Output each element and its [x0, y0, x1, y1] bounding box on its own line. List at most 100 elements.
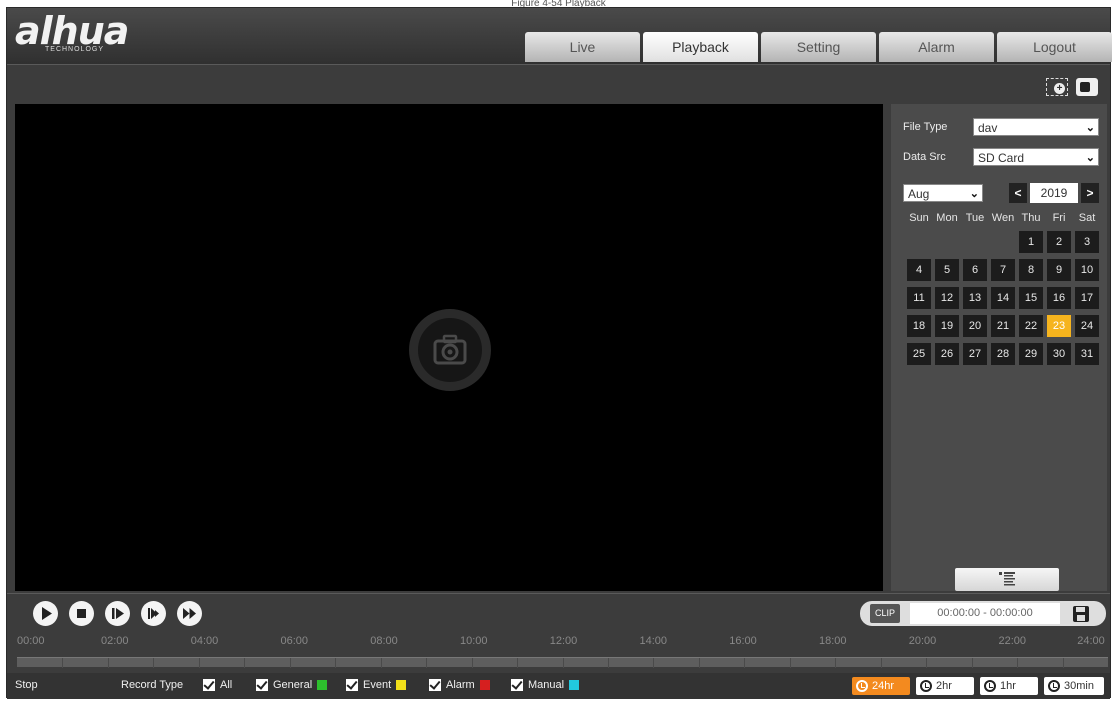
save-icon[interactable]: [1072, 605, 1090, 623]
camera-icon: [409, 309, 491, 391]
timeline-tick-label: 08:00: [370, 635, 398, 647]
slow-play-icon[interactable]: [141, 601, 166, 626]
scale-1hr-button[interactable]: 1hr: [980, 677, 1038, 695]
dahua-logo: alhua TECHNOLOGY: [15, 12, 129, 53]
clock-icon: [856, 680, 868, 692]
calendar-day[interactable]: 1: [1019, 231, 1043, 253]
step-forward-icon[interactable]: [105, 601, 130, 626]
clip-time-range: 00:00:00 - 00:00:00: [910, 603, 1060, 624]
video-playback-area[interactable]: [15, 104, 883, 591]
calendar-day[interactable]: 29: [1019, 343, 1043, 365]
play-icon[interactable]: [33, 601, 58, 626]
checkbox-icon: [511, 679, 523, 691]
tab-playback[interactable]: Playback: [643, 32, 758, 62]
calendar-day[interactable]: 21: [991, 315, 1015, 337]
playback-window: alhua TECHNOLOGY Live Playback Setting A…: [6, 7, 1112, 699]
calendar-day[interactable]: 2: [1047, 231, 1071, 253]
calendar-day[interactable]: 8: [1019, 259, 1043, 281]
calendar-day[interactable]: 5: [935, 259, 959, 281]
calendar-day[interactable]: 28: [991, 343, 1015, 365]
data-src-row: Data Src SD Card ⌄: [903, 148, 1099, 166]
calendar-day[interactable]: 25: [907, 343, 931, 365]
calendar-blank: [991, 231, 1015, 253]
calendar-day[interactable]: 18: [907, 315, 931, 337]
next-year-button[interactable]: >: [1081, 183, 1099, 203]
month-select[interactable]: Aug ⌄: [903, 184, 983, 202]
timeline-divider: [971, 658, 973, 668]
playback-controls: CLIP 00:00:00 - 00:00:00: [7, 593, 1110, 629]
clock-icon: [920, 680, 932, 692]
tab-alarm[interactable]: Alarm: [879, 32, 994, 62]
calendar-day[interactable]: 12: [935, 287, 959, 309]
stop-icon[interactable]: [69, 601, 94, 626]
timeline-divider: [426, 658, 428, 668]
scale-2hr-button[interactable]: 2hr: [916, 677, 974, 695]
timeline-divider: [1017, 658, 1019, 668]
timeline-tick-label: 22:00: [998, 635, 1027, 647]
calendar-day[interactable]: 24: [1075, 315, 1099, 337]
record-type-label: Record Type: [121, 679, 184, 691]
record-type-general[interactable]: General: [256, 678, 328, 692]
timeline-divider: [653, 658, 655, 668]
calendar-blank: [907, 231, 931, 253]
timeline-divider: [335, 658, 337, 668]
weekday-label: Wen: [991, 212, 1015, 224]
calendar-day[interactable]: 10: [1075, 259, 1099, 281]
calendar-day[interactable]: 4: [907, 259, 931, 281]
scale-24hr-button[interactable]: 24hr: [852, 677, 910, 695]
calendar-day[interactable]: 27: [963, 343, 987, 365]
record-type-event[interactable]: Event: [346, 678, 407, 692]
timeline-divider: [744, 658, 746, 668]
calendar-day[interactable]: 14: [991, 287, 1015, 309]
year-value: 2019: [1030, 183, 1078, 203]
calendar-day[interactable]: 20: [963, 315, 987, 337]
scale-2hr-label: 2hr: [936, 680, 952, 692]
data-src-select[interactable]: SD Card ⌄: [973, 148, 1099, 166]
tab-logout[interactable]: Logout: [997, 32, 1112, 62]
timeline-tick-label: 20:00: [908, 635, 937, 647]
previous-year-button[interactable]: <: [1009, 183, 1027, 203]
clock-icon: [984, 680, 996, 692]
calendar-day[interactable]: 9: [1047, 259, 1071, 281]
calendar-day[interactable]: 15: [1019, 287, 1043, 309]
calendar-day[interactable]: 17: [1075, 287, 1099, 309]
calendar-day[interactable]: 22: [1019, 315, 1043, 337]
calendar-grid: 1 2 3 4 5 6 7 8 9 10 11 12 13 14 15 16 17 18 19 20 21 22 23 24 2…: [905, 228, 1101, 368]
record-type-alarm[interactable]: Alarm: [429, 678, 490, 692]
calendar-day[interactable]: 26: [935, 343, 959, 365]
file-type-select[interactable]: dav ⌄: [973, 118, 1099, 136]
record-type-all[interactable]: All: [203, 678, 232, 692]
calendar-day[interactable]: 31: [1075, 343, 1099, 365]
weekday-label: Sun: [909, 212, 929, 224]
timeline-divider: [835, 658, 837, 668]
timeline-bar[interactable]: [17, 657, 1108, 668]
calendar-day[interactable]: 11: [907, 287, 931, 309]
clip-icon[interactable]: CLIP: [870, 604, 900, 623]
bottom-bar: Stop Record Type All General Event Alarm…: [7, 673, 1110, 699]
calendar-day[interactable]: 30: [1047, 343, 1071, 365]
calendar-day[interactable]: 6: [963, 259, 987, 281]
tab-live[interactable]: Live: [525, 32, 640, 62]
timeline-tick-label: 18:00: [818, 635, 847, 647]
record-type-manual[interactable]: Manual: [511, 678, 580, 692]
calendar-day[interactable]: 16: [1047, 287, 1071, 309]
scale-30min-button[interactable]: 30min: [1044, 677, 1104, 695]
file-list-button[interactable]: [955, 568, 1059, 591]
list-icon: [999, 572, 1015, 586]
calendar-day[interactable]: 7: [991, 259, 1015, 281]
calendar-day[interactable]: 19: [935, 315, 959, 337]
fast-forward-icon[interactable]: [177, 601, 202, 626]
calendar-day-selected[interactable]: 23: [1047, 315, 1071, 337]
calendar-day[interactable]: 13: [963, 287, 987, 309]
timeline-divider: [562, 658, 564, 668]
timeline-tick-label: 02:00: [100, 635, 129, 647]
tab-setting[interactable]: Setting: [761, 32, 876, 62]
timeline-divider: [62, 658, 64, 668]
calendar-day[interactable]: 3: [1075, 231, 1099, 253]
checkbox-icon: [203, 679, 215, 691]
weekday-header: Sun Mon Tue Wen Thu Fri Sat: [905, 212, 1101, 224]
clip-tools: CLIP 00:00:00 - 00:00:00: [860, 601, 1106, 626]
timeline-divider: [198, 658, 200, 668]
fullscreen-icon[interactable]: [1076, 78, 1098, 96]
zoom-in-icon[interactable]: +: [1046, 78, 1068, 96]
